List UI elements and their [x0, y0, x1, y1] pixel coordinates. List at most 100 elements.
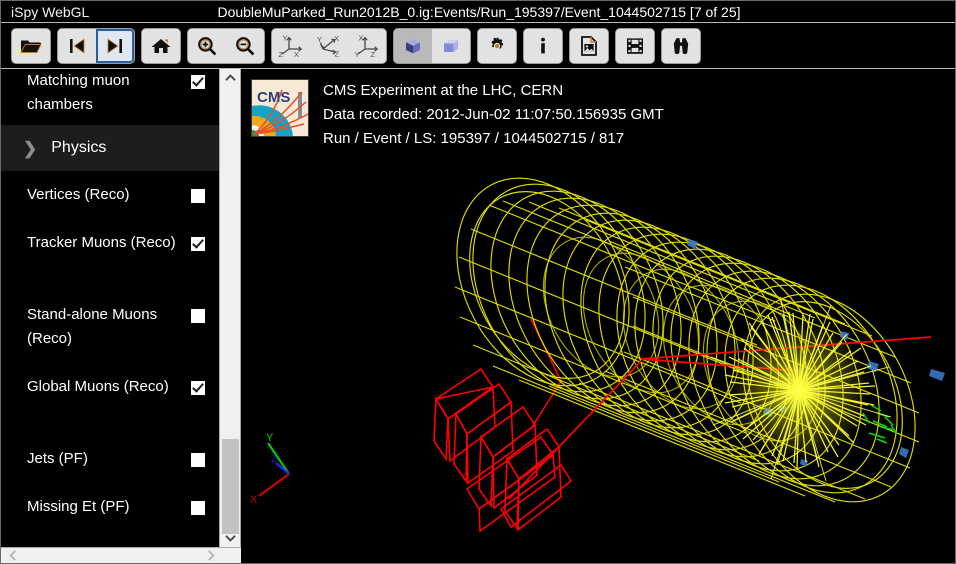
- zoom-in-icon: [196, 35, 218, 57]
- orthographic-projection-button[interactable]: [432, 29, 470, 63]
- axis-label-x: X: [250, 494, 258, 506]
- toolbar-group-home: [142, 29, 180, 63]
- svg-text:Y: Y: [317, 35, 322, 44]
- chevron-up-icon: [225, 74, 236, 82]
- info-button[interactable]: [524, 29, 562, 63]
- sidebar-item-label: Stand-alone Muons (Reco): [27, 306, 158, 347]
- sidebar-item-checkbox[interactable]: [191, 453, 205, 467]
- sidebar-item-checkbox[interactable]: [191, 189, 205, 203]
- sidebar-group-physics[interactable]: ❯ Physics: [1, 125, 219, 171]
- scroll-down-button[interactable]: [220, 529, 241, 547]
- info-icon: [536, 35, 550, 57]
- sidebar-item-checkbox[interactable]: [191, 381, 205, 395]
- open-file-button[interactable]: [12, 29, 50, 63]
- toolbar: Y Z X Y Z X X Y Z: [1, 24, 955, 69]
- run-event-ls-line: Run / Event / LS: 195397 / 1044502715 / …: [323, 130, 625, 147]
- svg-text:Z: Z: [335, 50, 340, 59]
- event-info-lines: CMS Experiment at the LHC, CERN Data rec…: [323, 79, 664, 151]
- sidebar-item-standalone-muons-reco[interactable]: Stand-alone Muons (Reco): [1, 303, 219, 351]
- toolbar-group-info: [524, 29, 562, 63]
- sidebar-item-checkbox[interactable]: [191, 237, 205, 251]
- sidebar-item-missing-et-pf[interactable]: Missing Et (PF): [1, 495, 219, 519]
- folder-open-icon: [20, 36, 42, 56]
- sidebar-item-checkbox[interactable]: [191, 75, 205, 89]
- scroll-up-button[interactable]: [220, 69, 241, 87]
- document-title: DoubleMuParked_Run2012B_0.ig:Events/Run_…: [217, 4, 741, 20]
- sidebar-item-matching-muon-chambers[interactable]: Matching muon chambers: [1, 69, 219, 117]
- settings-button[interactable]: [478, 29, 516, 63]
- sidebar-item-tracker-muons-reco[interactable]: Tracker Muons (Reco): [1, 231, 219, 279]
- previous-event-button[interactable]: [58, 29, 96, 63]
- sidebar-item-checkbox[interactable]: [191, 501, 205, 515]
- axis-label-y: Y: [266, 432, 274, 444]
- event-display-viewport[interactable]: Y X Z CMS CMS Experiment at the LHC, CER…: [241, 69, 955, 563]
- svg-text:Y: Y: [283, 34, 288, 43]
- view-xz-button[interactable]: X Y Z: [348, 29, 386, 63]
- sidebar-item-label: Global Muons (Reco): [27, 378, 169, 395]
- svg-text:Z: Z: [371, 50, 376, 59]
- toolbar-group-inspect: [662, 29, 700, 63]
- toolbar-group-settings: [478, 29, 516, 63]
- sidebar-item-label: Jets (PF): [27, 450, 88, 467]
- image-icon: [579, 35, 599, 57]
- scroll-right-button[interactable]: [201, 548, 221, 564]
- binoculars-icon: [669, 35, 693, 57]
- ispy-webgl-window: iSpy WebGL DoubleMuParked_Run2012B_0.ig:…: [0, 0, 956, 564]
- chevron-right-icon: ❯: [23, 138, 38, 158]
- cms-logo-text: CMS: [257, 89, 290, 106]
- cms-logo: CMS: [251, 79, 309, 137]
- zoom-out-button[interactable]: [226, 29, 264, 63]
- axes-xz-icon: X Y Z: [352, 33, 382, 59]
- home-icon: [150, 36, 172, 56]
- svg-text:X: X: [359, 34, 364, 43]
- experiment-line: CMS Experiment at the LHC, CERN: [323, 82, 564, 99]
- view-xy-button[interactable]: Y Z X: [272, 29, 310, 63]
- sidebar-item-global-muons-reco[interactable]: Global Muons (Reco): [1, 375, 219, 423]
- chevron-right-icon: [207, 548, 215, 564]
- sidebar-vertical-scrollbar[interactable]: [219, 69, 241, 547]
- zoom-in-button[interactable]: [188, 29, 226, 63]
- view-rhoz-button[interactable]: Y Z X: [310, 29, 348, 63]
- film-icon: [624, 35, 646, 57]
- toolbar-group-file: [12, 29, 50, 63]
- toolbar-group-export-image: [570, 29, 608, 63]
- toolbar-group-export-movie: [616, 29, 654, 63]
- sidebar-item-label: Vertices (Reco): [27, 186, 130, 203]
- svg-text:Z: Z: [279, 50, 284, 59]
- axis-label-z: Z: [271, 454, 277, 464]
- next-event-button[interactable]: [96, 29, 134, 63]
- skip-previous-icon: [67, 36, 87, 56]
- axes-rhoz-icon: Y Z X: [314, 33, 344, 59]
- cube-orthographic-icon: [440, 35, 462, 57]
- inspect-button[interactable]: [662, 29, 700, 63]
- zoom-out-icon: [234, 35, 256, 57]
- scroll-left-button[interactable]: [3, 548, 23, 563]
- scrollbar-thumb[interactable]: [222, 439, 239, 534]
- svg-text:X: X: [294, 50, 299, 59]
- gear-icon: [486, 35, 508, 57]
- sidebar-item-label: Matching muon chambers: [27, 72, 130, 113]
- sidebar-item-jets-pf[interactable]: Jets (PF): [1, 447, 219, 471]
- toolbar-group-zoom: [188, 29, 264, 63]
- export-movie-button[interactable]: [616, 29, 654, 63]
- title-bar: iSpy WebGL DoubleMuParked_Run2012B_0.ig:…: [1, 1, 955, 23]
- svg-text:Y: Y: [355, 50, 360, 59]
- sidebar-item-vertices-reco[interactable]: Vertices (Reco): [1, 183, 219, 231]
- svg-text:X: X: [334, 34, 339, 43]
- toolbar-group-views: Y Z X Y Z X X Y Z: [272, 29, 386, 63]
- event-info-overlay: CMS CMS Experiment at the LHC, CERN Data…: [251, 79, 664, 151]
- sidebar-group-label: Physics: [51, 139, 107, 156]
- sidebar-item-label: Missing Et (PF): [27, 498, 130, 515]
- toolbar-group-navigation: [58, 29, 134, 63]
- home-view-button[interactable]: [142, 29, 180, 63]
- sidebar-item-checkbox[interactable]: [191, 309, 205, 323]
- chevron-down-icon: [225, 534, 236, 542]
- export-image-button[interactable]: [570, 29, 608, 63]
- perspective-projection-button[interactable]: [394, 29, 432, 63]
- sidebar-item-label: Tracker Muons (Reco): [27, 234, 176, 251]
- sidebar-scroll-area: Matching muon chambers ❯ Physics Vertice…: [1, 69, 219, 547]
- toolbar-group-projection: [394, 29, 470, 63]
- sidebar-horizontal-scrollbar[interactable]: [1, 547, 241, 564]
- data-recorded-line: Data recorded: 2012-Jun-02 11:07:50.1569…: [323, 106, 664, 123]
- axes-xy-icon: Y Z X: [276, 33, 306, 59]
